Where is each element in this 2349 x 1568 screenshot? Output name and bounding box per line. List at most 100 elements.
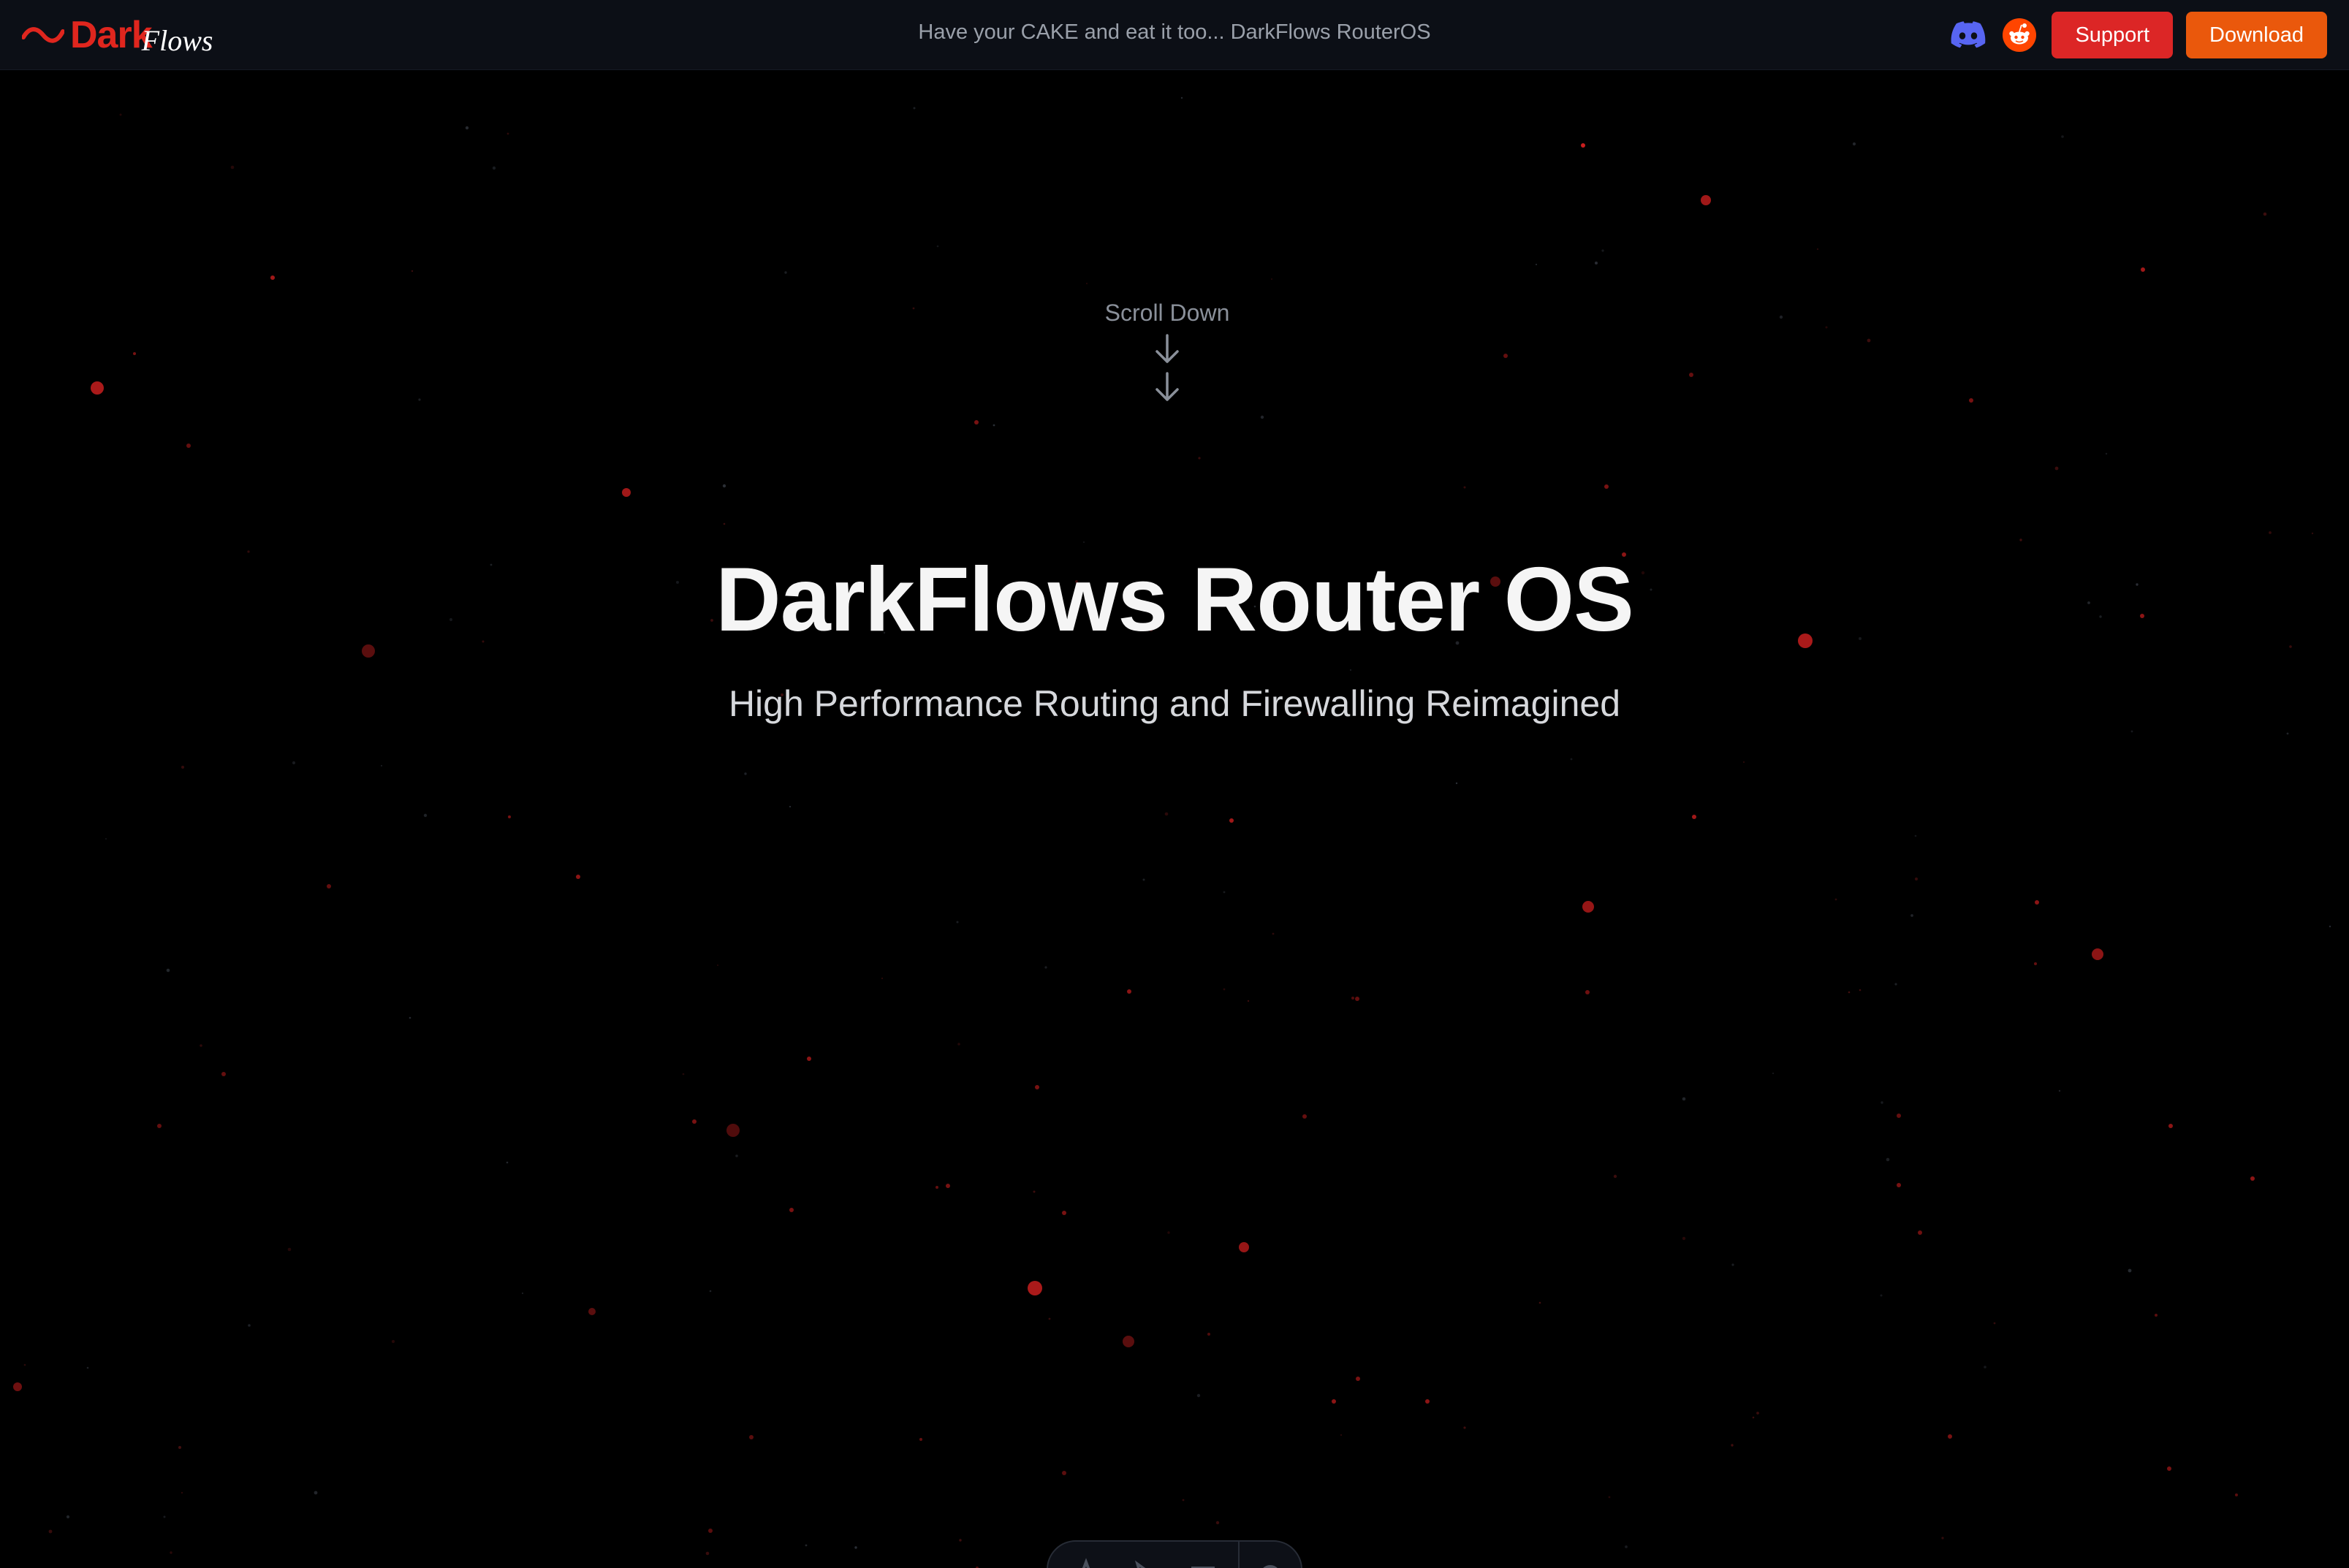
bottom-dock	[1047, 1540, 1302, 1568]
dust-particle	[1772, 1073, 1774, 1074]
dust-particle	[1455, 782, 1458, 785]
dust-particle	[805, 1544, 808, 1547]
dust-particle	[2329, 925, 2331, 928]
dust-particle	[2130, 730, 2133, 733]
reddit-link[interactable]	[2000, 16, 2038, 54]
dust-particle	[717, 964, 718, 966]
dust-particle	[1848, 991, 1851, 994]
support-button[interactable]: Support	[2052, 12, 2174, 58]
dust-particle	[1779, 315, 1783, 319]
dust-particle	[723, 522, 726, 525]
dust-particle	[1914, 877, 1919, 881]
particle	[1692, 815, 1696, 819]
dust-particle	[1941, 1537, 1944, 1540]
dust-particle	[1033, 1190, 1036, 1193]
particle	[2155, 1314, 2158, 1317]
particle	[1062, 1471, 1066, 1475]
particle	[1356, 1377, 1360, 1381]
particle	[2035, 900, 2039, 905]
dust-particle	[1272, 932, 1275, 935]
menu-icon[interactable]	[1187, 1556, 1219, 1568]
particle	[1604, 484, 1609, 489]
particle	[1062, 1211, 1066, 1215]
dust-particle	[409, 1016, 411, 1019]
download-button[interactable]: Download	[2186, 12, 2327, 58]
dust-particle	[1463, 1426, 1466, 1429]
particle	[576, 875, 580, 879]
particle	[2168, 1124, 2173, 1128]
dust-particle	[119, 113, 122, 116]
particle	[807, 1057, 811, 1061]
dust-particle	[521, 1292, 524, 1295]
dust-particle	[1743, 761, 1745, 763]
dust-particle	[181, 1491, 183, 1494]
dust-particle	[287, 1247, 292, 1252]
dust-particle	[292, 761, 296, 765]
dust-particle	[1816, 248, 1819, 251]
particle	[2235, 1493, 2238, 1496]
dust-particle	[391, 1339, 395, 1344]
dust-particle	[1198, 457, 1201, 460]
particle	[1897, 1183, 1901, 1187]
dust-particle	[86, 1366, 89, 1369]
particle	[157, 1124, 162, 1128]
dust-particle	[1247, 1000, 1250, 1002]
a-icon[interactable]	[1070, 1556, 1102, 1568]
particle	[726, 1124, 740, 1137]
particle	[91, 381, 104, 395]
particle	[1948, 1434, 1952, 1439]
cursor-icon[interactable]	[1128, 1556, 1161, 1568]
particle	[1127, 989, 1131, 994]
logo[interactable]: Dark Flows	[22, 10, 213, 60]
dust-particle	[314, 1491, 318, 1495]
dust-particle	[200, 1044, 202, 1047]
dust-particle	[418, 398, 421, 401]
discord-icon	[1951, 21, 1986, 48]
dust-particle	[2105, 452, 2108, 455]
dust-particle	[492, 166, 496, 170]
dust-particle	[178, 1446, 181, 1449]
dust-particle	[1859, 989, 1862, 992]
dust-particle	[735, 1154, 738, 1157]
dust-particle	[1164, 812, 1169, 816]
particle	[1332, 1399, 1336, 1404]
dust-particle	[854, 1546, 857, 1549]
dust-particle	[1914, 834, 1917, 837]
dust-particle	[1215, 1521, 1220, 1525]
settings-icon[interactable]	[1254, 1556, 1286, 1568]
scroll-down-label: Scroll Down	[1104, 300, 1230, 326]
dust-particle	[2128, 1268, 2132, 1273]
top-navbar: Dark Flows Have your CAKE and eat it too…	[0, 0, 2349, 70]
reddit-icon	[2003, 18, 2037, 52]
dust-particle	[1182, 1499, 1185, 1502]
dust-particle	[2311, 532, 2314, 535]
dust-particle	[1570, 758, 1573, 761]
dust-particle	[744, 772, 747, 775]
particle	[1918, 1230, 1922, 1235]
dust-particle	[411, 270, 414, 273]
dust-particle	[1682, 1097, 1686, 1101]
discord-link[interactable]	[1949, 16, 1987, 54]
scroll-down-indicator[interactable]: Scroll Down	[1094, 300, 1240, 404]
dust-particle	[248, 1324, 251, 1327]
dust-particle	[2058, 1089, 2061, 1092]
dust-particle	[1682, 1236, 1686, 1241]
particle	[133, 352, 136, 355]
particle	[1028, 1281, 1042, 1295]
dust-particle	[105, 838, 107, 840]
dust-particle	[1350, 669, 1351, 671]
dust-particle	[993, 424, 995, 427]
dust-particle	[2263, 212, 2267, 216]
particle	[2141, 267, 2145, 272]
dust-particle	[1595, 262, 1598, 264]
dust-particle	[170, 1551, 172, 1554]
particle	[1503, 354, 1508, 358]
particle	[221, 1072, 226, 1076]
dust-particle	[789, 805, 792, 808]
dust-particle	[1886, 1157, 1890, 1162]
dust-particle	[881, 978, 883, 979]
dust-particle	[166, 968, 170, 973]
particle	[508, 815, 511, 818]
particle	[1355, 997, 1359, 1001]
dust-particle	[705, 1551, 710, 1556]
